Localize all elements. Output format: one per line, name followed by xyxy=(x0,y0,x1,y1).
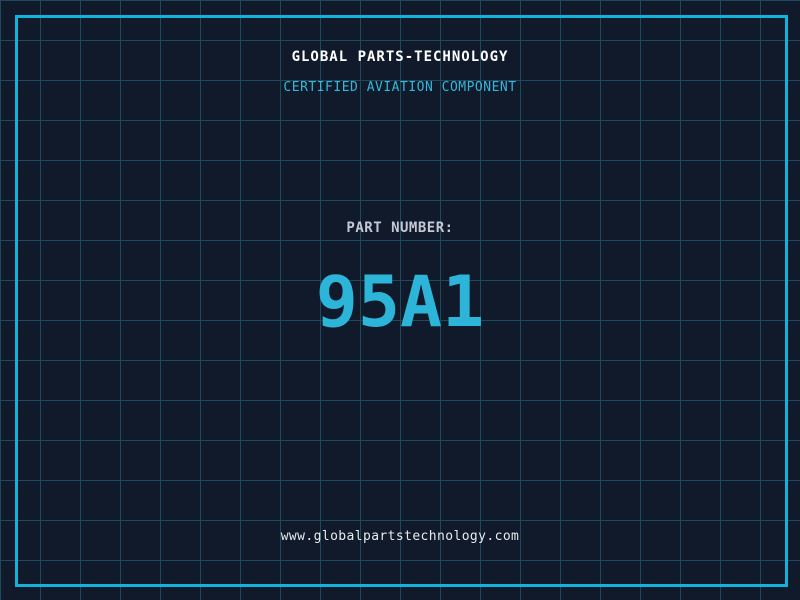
part-number-label: PART NUMBER: xyxy=(346,220,454,236)
website-url: www.globalpartstechnology.com xyxy=(280,529,520,544)
part-number-value: 95A1 xyxy=(315,261,485,343)
company-name: GLOBAL PARTS-TECHNOLOGY xyxy=(291,49,509,65)
certification-line: CERTIFIED AVIATION COMPONENT xyxy=(283,80,517,95)
